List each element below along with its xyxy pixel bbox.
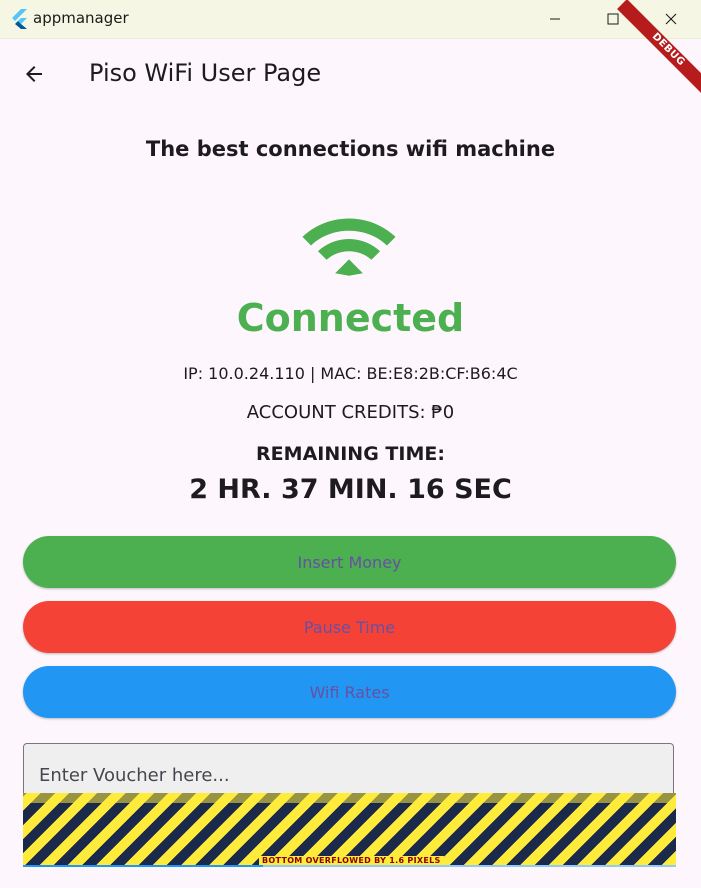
maximize-icon — [607, 13, 619, 25]
back-button[interactable] — [14, 54, 54, 94]
minimize-icon — [550, 18, 560, 20]
window-titlebar: appmanager — [0, 0, 701, 39]
window-title: appmanager — [33, 9, 129, 27]
remaining-time-label: REMAINING TIME: — [256, 443, 445, 465]
voucher-placeholder: Enter Voucher here... — [39, 765, 230, 786]
wifi-rates-button[interactable]: Wifi Rates — [23, 666, 676, 718]
account-credits: ACCOUNT CREDITS: ₱0 — [246, 402, 455, 423]
tagline: The best connections wifi machine — [145, 137, 556, 161]
flutter-logo-icon — [12, 9, 27, 29]
minimize-button[interactable] — [526, 0, 584, 38]
wifi-icon — [302, 218, 396, 276]
page-title: Piso WiFi User Page — [89, 59, 322, 87]
close-icon — [665, 13, 677, 25]
arrow-back-icon — [26, 66, 42, 82]
pause-time-button[interactable]: Pause Time — [23, 601, 676, 653]
connection-status: Connected — [236, 296, 465, 340]
insert-money-button[interactable]: Insert Money — [23, 536, 676, 588]
overflow-indicator — [23, 793, 676, 865]
remaining-time-value: 2 HR. 37 MIN. 16 SEC — [189, 474, 512, 505]
app-bar: Piso WiFi User Page — [0, 38, 701, 112]
overflow-warning-text: BOTTOM OVERFLOWED BY 1.6 PIXELS — [259, 856, 444, 865]
input-focus-underline — [23, 865, 676, 867]
network-info: IP: 10.0.24.110 | MAC: BE:E8:2B:CF:B6:4C — [183, 364, 518, 383]
